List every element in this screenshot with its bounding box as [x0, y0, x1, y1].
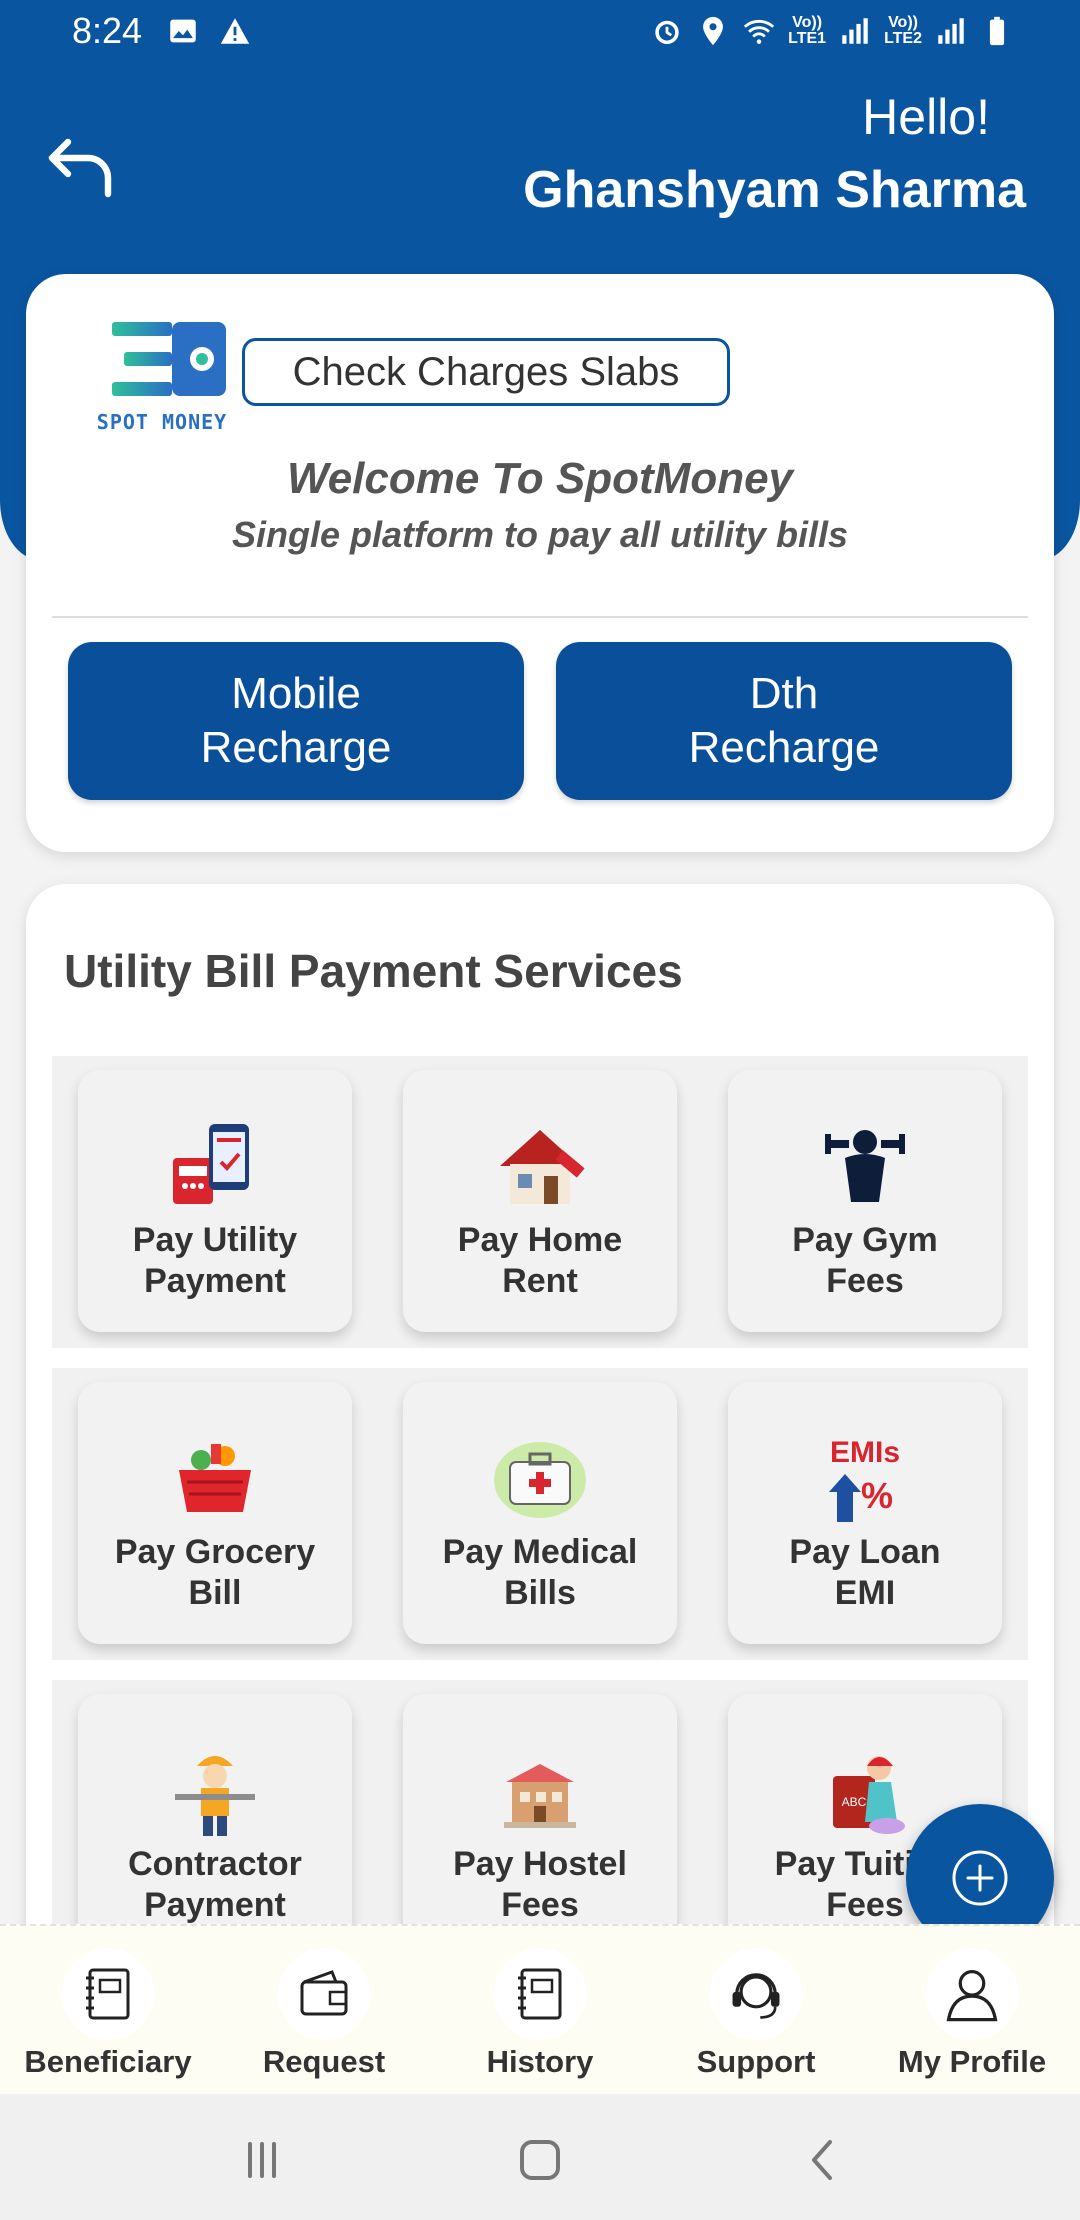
add-circle-icon [952, 1850, 1008, 1906]
contractor-payment-tile[interactable]: Contractor Payment [78, 1694, 352, 1956]
pay-loan-emi-label: Pay Loan EMI [789, 1533, 941, 1612]
gym-icon [825, 1130, 905, 1202]
back-icon[interactable] [794, 2130, 854, 2190]
pay-gym-fees-tile[interactable]: Pay Gym Fees [728, 1070, 1002, 1332]
pay-medical-tile[interactable]: Pay Medical Bills [403, 1382, 677, 1644]
medical-kit-icon [494, 1442, 586, 1518]
nav-my-profile[interactable]: My Profile [864, 1926, 1080, 2096]
card-divider [52, 616, 1028, 618]
recent-apps-icon[interactable] [232, 2130, 292, 2190]
svg-text:%: % [861, 1475, 893, 1516]
pay-home-rent-label: Pay Home Rent [457, 1221, 623, 1300]
mobile-recharge-label-2: Recharge [200, 723, 392, 772]
wifi-icon [744, 19, 775, 44]
pay-hostel-fees-label: Pay Hostel Fees [453, 1845, 627, 1924]
status-bar: 8:24 Vo)) LTE1 Vo)) LTE2 [0, 0, 1080, 66]
logo-text: SPOT MONEY [96, 410, 228, 434]
house-icon [500, 1130, 585, 1204]
notebook-icon [518, 1968, 562, 2020]
pay-grocery-tile[interactable]: Pay Grocery Bill [78, 1382, 352, 1644]
contractor-icon [175, 1756, 255, 1836]
user-icon [946, 1970, 998, 2022]
nav-beneficiary[interactable]: Beneficiary [0, 1926, 216, 2096]
services-row: Pay Utility Payment Pay Home Rent Pay Gy… [52, 1056, 1028, 1348]
emi-icon: EMIs % [829, 1436, 900, 1522]
pay-grocery-label: Pay Grocery Bill [114, 1533, 316, 1612]
welcome-tagline: Single platform to pay all utility bills [231, 514, 849, 555]
welcome-title: Welcome To SpotMoney [286, 454, 794, 503]
spotmoney-logo: SPOT MONEY [92, 314, 232, 444]
battery-icon [989, 16, 1005, 46]
svg-text:ABC: ABC [842, 1795, 867, 1809]
dth-recharge-label-1: Dth [749, 669, 819, 718]
nav-beneficiary-label: Beneficiary [24, 2044, 192, 2079]
home-icon[interactable] [510, 2130, 570, 2190]
pay-medical-label: Pay Medical Bills [442, 1533, 638, 1612]
app-root: 8:24 Vo)) LTE1 Vo)) LTE2 Hello! Ghanshyam … [0, 0, 1080, 2220]
user-name: Ghanshyam Sharma [523, 161, 1026, 219]
grocery-basket-icon [179, 1444, 251, 1512]
wallet-icon [300, 1970, 348, 2016]
nav-request-label: Request [262, 2044, 386, 2079]
utility-phone-icon [173, 1124, 249, 1204]
alarm-icon [655, 20, 679, 45]
nav-my-profile-label: My Profile [897, 2044, 1047, 2079]
check-charges-button[interactable]: Check Charges Slabs [242, 338, 730, 406]
nav-request[interactable]: Request [216, 1926, 432, 2096]
headset-icon [732, 1973, 780, 2019]
hostel-icon [504, 1764, 576, 1828]
pay-utility-tile[interactable]: Pay Utility Payment [78, 1070, 352, 1332]
system-navigation-bar [0, 2094, 1080, 2220]
contractor-payment-label: Contractor Payment [128, 1845, 302, 1924]
nav-support[interactable]: Support [648, 1926, 864, 2096]
greeting-text: Hello! [862, 89, 990, 145]
mobile-recharge-button[interactable]: Mobile Recharge [68, 642, 524, 800]
location-icon [703, 16, 724, 46]
signal-icon [842, 18, 868, 44]
nav-support-label: Support [696, 2044, 816, 2079]
services-card: Utility Bill Payment Services Pay Utilit… [26, 884, 1054, 2084]
services-row: Pay Grocery Bill Pay Medical Bills EMIs % [52, 1368, 1028, 1660]
pay-home-rent-tile[interactable]: Pay Home Rent [403, 1070, 677, 1332]
status-time: 8:24 [72, 10, 143, 51]
pay-gym-fees-label: Pay Gym Fees [792, 1221, 938, 1300]
mobile-recharge-label-1: Mobile [231, 669, 361, 718]
pay-loan-emi-tile[interactable]: EMIs % Pay Loan EMI [728, 1382, 1002, 1644]
warning-icon [220, 18, 250, 44]
network-1-label: Vo)) LTE1 [788, 14, 827, 47]
back-arrow-icon[interactable] [44, 126, 124, 206]
bottom-navigation: Beneficiary Request History Support My P… [0, 1924, 1080, 2094]
network-2-label: Vo)) LTE2 [884, 14, 922, 47]
tuition-book-icon: ABC [833, 1756, 905, 1834]
image-icon [170, 19, 196, 43]
pay-hostel-fees-tile[interactable]: Pay Hostel Fees [403, 1694, 677, 1956]
pay-utility-label: Pay Utility Payment [132, 1221, 298, 1300]
signal-icon [938, 18, 964, 44]
svg-text:EMIs: EMIs [830, 1436, 900, 1469]
notebook-icon [86, 1968, 130, 2020]
nav-history-label: History [486, 2044, 594, 2079]
services-title: Utility Bill Payment Services [64, 945, 683, 997]
dth-recharge-button[interactable]: Dth Recharge [556, 642, 1012, 800]
dth-recharge-label-2: Recharge [688, 723, 880, 772]
welcome-card: SPOT MONEY Check Charges Slabs Welcome T… [26, 274, 1054, 852]
nav-history[interactable]: History [432, 1926, 648, 2096]
